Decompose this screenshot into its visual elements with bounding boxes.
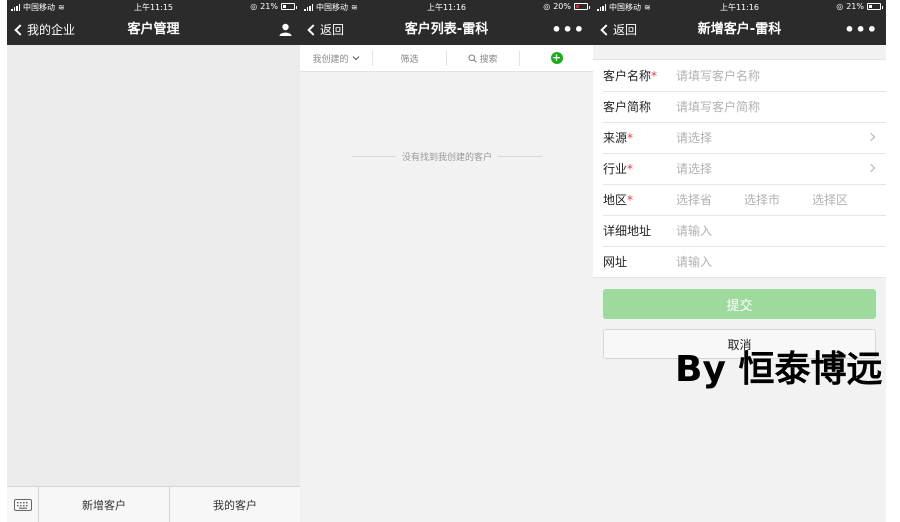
submit-button[interactable]: 提交 [603,289,876,319]
search-icon [468,53,478,63]
field-label: 客户简称 [603,98,651,115]
required-mark: * [627,131,634,145]
more-button[interactable]: ••• [551,14,585,45]
required-mark: * [627,162,634,176]
nav-bar: 返回 客户列表-雷科 ••• [300,14,593,45]
nav-bar: 我的企业 客户管理 [7,14,300,45]
more-dots-icon: ••• [844,20,878,39]
chevron-left-icon [600,23,612,36]
more-dots-icon: ••• [551,20,585,39]
field-label-text: 客户名称 [603,69,652,83]
customer-name-field[interactable]: 客户名称* 请填写客户名称 [593,60,886,91]
customer-short-name-field[interactable]: 客户简称 请填写客户简称 [593,91,886,122]
battery-percent: 20% [553,2,571,11]
tab-my-customers[interactable]: 我的客户 [169,487,300,522]
back-label: 返回 [320,23,345,37]
region-field: 地区* 选择省 选择市 选择区 [593,184,886,215]
battery-percent: 21% [846,2,864,11]
divider [352,156,396,157]
add-customer-form: 客户名称* 请填写客户名称 客户简称 请填写客户简称 来源* 请选择 行业* 请… [593,59,886,278]
address-field[interactable]: 详细地址 请输入 [593,215,886,246]
city-select[interactable]: 选择市 [744,191,812,208]
search-label: 搜索 [479,54,498,65]
province-select[interactable]: 选择省 [676,191,744,208]
back-button[interactable]: 我的企业 [13,14,75,45]
empty-state-text: 没有找到我创建的客户 [402,153,493,163]
region-selectors: 选择省 选择市 选择区 [676,191,880,208]
field-label: 网址 [603,253,627,270]
field-label-text: 网址 [603,255,628,269]
content-area [7,45,300,486]
back-label: 返回 [613,23,638,37]
field-label: 地区* [603,191,633,208]
bottom-tab-bar: 新增客户 我的客户 [7,486,300,522]
tab-add-customer[interactable]: 新增客户 [39,487,169,522]
field-label-text: 详细地址 [603,224,652,238]
website-field[interactable]: 网址 请输入 [593,246,886,277]
field-label: 详细地址 [603,222,651,239]
field-label-text: 客户简称 [603,100,652,114]
back-button[interactable]: 返回 [306,14,344,45]
chevron-down-icon [352,56,359,61]
chevron-left-icon [307,23,319,36]
field-label-text: 地区 [603,193,628,207]
search-button[interactable]: 搜索 [447,51,519,66]
customer-short-name-placeholder: 请填写客户简称 [676,100,761,114]
battery-icon [574,3,590,10]
scope-dropdown[interactable]: 我创建的 [300,51,372,66]
back-button[interactable]: 返回 [599,14,637,45]
battery-icon [867,3,883,10]
website-placeholder: 请输入 [676,255,713,269]
status-bar: 中国移动 ≋ 上午11:15 ◎ 21% [7,0,300,14]
field-label-text: 行业 [603,162,628,176]
address-placeholder: 请输入 [676,224,713,238]
field-label: 行业* [603,160,633,177]
phone-screen-add-customer: 中国移动 ≋ 上午11:16 ◎ 21% 返回 新增客户-雷科 ••• 客户名称… [593,0,886,522]
source-placeholder: 请选择 [676,131,713,145]
nav-bar: 返回 新增客户-雷科 ••• [593,14,886,45]
industry-select[interactable]: 行业* 请选择 [593,153,886,184]
battery-percent: 21% [260,2,278,11]
keyboard-toggle-button[interactable] [7,487,39,522]
district-select[interactable]: 选择区 [812,191,880,208]
back-label: 我的企业 [27,23,76,37]
profile-button[interactable] [279,14,292,45]
field-label-text: 来源 [603,131,628,145]
battery-icon [281,3,297,10]
status-bar: 中国移动 ≋ 上午11:16 ◎ 21% [593,0,886,14]
phone-screen-customer-management: 中国移动 ≋ 上午11:15 ◎ 21% 我的企业 客户管理 新增客户 我的客户 [7,0,300,522]
customer-name-placeholder: 请填写客户名称 [676,69,761,83]
status-bar: 中国移动 ≋ 上午11:16 ◎ 20% [300,0,593,14]
source-select[interactable]: 来源* 请选择 [593,122,886,153]
watermark-text: By 恒泰博远 [675,349,883,390]
filter-bar: 我创建的 筛选 搜索 + [300,45,593,72]
filter-button[interactable]: 筛选 [373,51,446,66]
field-label: 客户名称* [603,67,657,84]
add-customer-button[interactable]: + [520,51,593,66]
more-button[interactable]: ••• [844,14,878,45]
required-mark: * [651,69,658,83]
keyboard-icon [13,498,32,511]
chevron-right-icon [866,163,876,173]
divider [498,156,543,157]
chevron-right-icon [866,132,876,142]
alarm-icon: ◎ [250,2,258,11]
field-label: 来源* [603,129,633,146]
alarm-icon: ◎ [836,2,844,11]
plus-circle-icon: + [550,51,563,64]
scope-label: 我创建的 [312,54,349,65]
alarm-icon: ◎ [543,2,551,11]
chevron-left-icon [14,23,26,36]
phone-screen-customer-list: 中国移动 ≋ 上午11:16 ◎ 20% 返回 客户列表-雷科 ••• 我创建的… [300,0,593,522]
industry-placeholder: 请选择 [676,162,713,176]
empty-state: 没有找到我创建的客户 [352,150,543,163]
required-mark: * [627,193,634,207]
user-icon [279,23,292,36]
